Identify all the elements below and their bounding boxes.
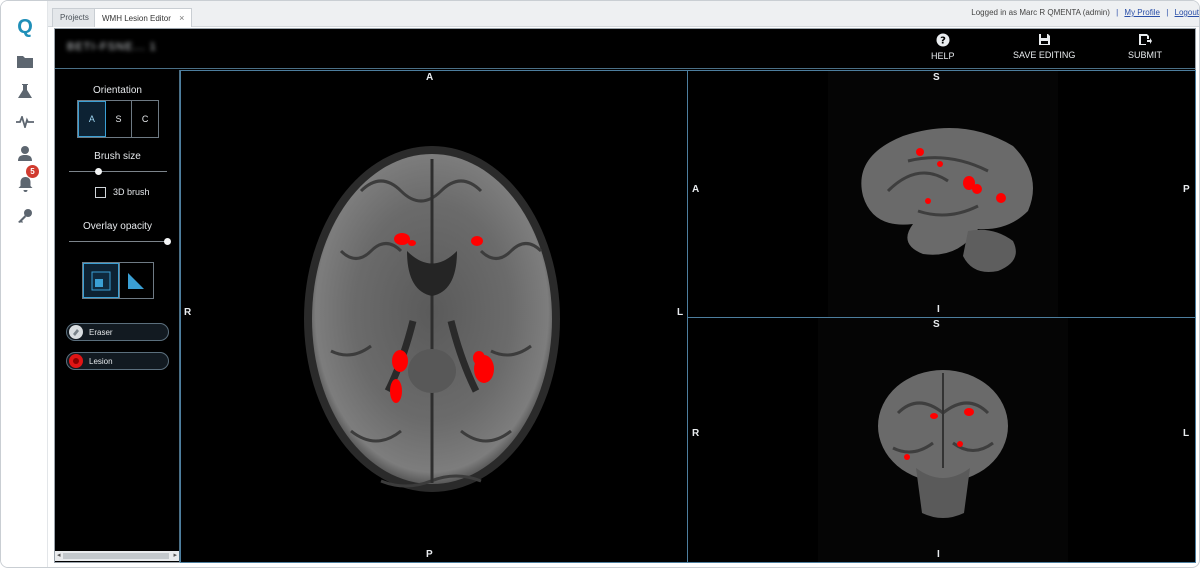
axial-right-label: L bbox=[677, 307, 684, 318]
overlay-opacity-slider[interactable] bbox=[69, 238, 171, 245]
orientation-axial-button[interactable]: A bbox=[78, 101, 106, 137]
submit-label: SUBMIT bbox=[1128, 50, 1163, 60]
lesion-mark bbox=[916, 148, 924, 156]
axial-bottom-label: P bbox=[426, 549, 433, 560]
coronal-top-label: S bbox=[933, 319, 940, 330]
save-editing-label: SAVE EDITING bbox=[1013, 50, 1076, 60]
tab-projects[interactable]: Projects bbox=[52, 8, 97, 27]
editor-header: BETI-FSNE... 1 ? HELP SAVE EDITING SUBMI… bbox=[55, 29, 1195, 69]
help-icon: ? bbox=[936, 33, 950, 47]
triangle-mode-icon bbox=[128, 272, 145, 289]
submit-button[interactable]: SUBMIT bbox=[1128, 33, 1162, 60]
axial-viewport[interactable]: A P R L bbox=[180, 70, 688, 563]
save-icon bbox=[1038, 34, 1050, 45]
logout-link[interactable]: Logout bbox=[1175, 8, 1199, 17]
overlay-opacity-handle[interactable] bbox=[164, 238, 171, 245]
separator: | bbox=[1166, 8, 1169, 17]
notification-badge: 5 bbox=[26, 165, 39, 178]
paint-fill-mode-button[interactable] bbox=[83, 263, 119, 298]
lesion-mark bbox=[930, 413, 938, 419]
user-icon[interactable] bbox=[12, 141, 38, 165]
key-icon[interactable] bbox=[12, 204, 38, 228]
sagittal-left-label: A bbox=[692, 184, 700, 195]
panel-scrollbar[interactable]: ◂ ▸ bbox=[55, 551, 179, 561]
lesion-mark bbox=[392, 350, 408, 372]
bell-icon[interactable]: 5 bbox=[12, 165, 39, 196]
my-profile-link[interactable]: My Profile bbox=[1124, 8, 1160, 17]
lesion-mark bbox=[957, 441, 963, 447]
lesion-mark bbox=[972, 184, 982, 194]
icon-rail: Q 5 bbox=[1, 1, 48, 567]
subject-title: BETI-FSNE... 1 bbox=[67, 41, 157, 53]
overlay-opacity-title: Overlay opacity bbox=[83, 221, 152, 232]
axial-top-label: A bbox=[426, 72, 434, 83]
lesion-mark bbox=[471, 236, 483, 246]
qmenta-logo-icon[interactable]: Q bbox=[12, 15, 38, 39]
tool-panel: Orientation A S C Brush size 3D brush Ov… bbox=[55, 70, 180, 562]
brush-size-slider[interactable] bbox=[69, 168, 167, 175]
lesion-mark bbox=[925, 198, 931, 204]
orientation-coronal-button[interactable]: C bbox=[132, 101, 158, 137]
sagittal-top-label: S bbox=[933, 72, 940, 83]
brush-size-handle[interactable] bbox=[95, 168, 103, 175]
user-name: Marc R QMENTA (admin) bbox=[1019, 8, 1110, 17]
label-name: Lesion bbox=[89, 356, 113, 366]
help-label: HELP bbox=[931, 51, 955, 61]
coronal-bottom-label: I bbox=[937, 549, 940, 560]
help-button[interactable]: ? HELP bbox=[931, 33, 955, 61]
coronal-right-label: L bbox=[1183, 428, 1190, 439]
scroll-left-icon[interactable]: ◂ bbox=[57, 551, 61, 561]
lesion-mark bbox=[964, 408, 974, 416]
logged-in-label: Logged in as bbox=[971, 8, 1018, 17]
orientation-selector: A S C bbox=[77, 100, 159, 138]
brush-size-title: Brush size bbox=[94, 151, 141, 162]
orientation-sagittal-button[interactable]: S bbox=[106, 101, 133, 137]
paint-triangle-mode-button[interactable] bbox=[118, 263, 154, 298]
lesion-mark bbox=[390, 379, 402, 403]
tab-wmh-lesion-editor[interactable]: WMH Lesion Editor × bbox=[94, 8, 193, 27]
paint-mode-selector bbox=[82, 262, 154, 299]
tab-strip: Projects WMH Lesion Editor × Logged in a… bbox=[48, 1, 1199, 27]
lesion-editor: BETI-FSNE... 1 ? HELP SAVE EDITING SUBMI… bbox=[54, 28, 1196, 563]
app-window: Q 5 Projects WMH Lesion Editor × Logged … bbox=[0, 0, 1200, 568]
lesion-mark bbox=[904, 454, 910, 460]
axial-left-label: R bbox=[184, 307, 192, 318]
lesion-mark bbox=[473, 351, 485, 365]
folder-icon[interactable] bbox=[12, 49, 38, 73]
scrollbar-thumb[interactable] bbox=[63, 553, 169, 559]
sagittal-bottom-label: I bbox=[937, 304, 940, 315]
lesion-icon bbox=[69, 354, 83, 368]
eraser-icon bbox=[69, 325, 83, 339]
scroll-right-icon[interactable]: ▸ bbox=[173, 551, 177, 561]
orientation-title: Orientation bbox=[93, 85, 142, 96]
brush-3d-label: 3D brush bbox=[113, 187, 150, 197]
tab-label: WMH Lesion Editor bbox=[102, 14, 171, 23]
sagittal-right-label: P bbox=[1183, 184, 1190, 195]
label-eraser[interactable]: Eraser bbox=[66, 323, 169, 341]
activity-icon[interactable] bbox=[12, 110, 38, 134]
sagittal-viewport[interactable]: S I A P bbox=[687, 70, 1196, 318]
session-info: Logged in as Marc R QMENTA (admin) | My … bbox=[971, 8, 1199, 17]
flask-icon[interactable] bbox=[12, 79, 38, 103]
lesion-mark bbox=[996, 193, 1006, 203]
tab-label: Projects bbox=[60, 13, 89, 22]
brush-3d-checkbox[interactable] bbox=[95, 187, 106, 198]
svg-text:?: ? bbox=[940, 36, 946, 47]
lesion-mark bbox=[937, 161, 943, 167]
coronal-left-label: R bbox=[692, 428, 700, 439]
label-lesion[interactable]: Lesion bbox=[66, 352, 169, 370]
save-editing-button[interactable]: SAVE EDITING bbox=[1013, 33, 1075, 60]
lesion-mark bbox=[394, 233, 410, 245]
close-icon[interactable]: × bbox=[179, 13, 184, 23]
label-name: Eraser bbox=[89, 327, 113, 337]
submit-icon bbox=[1139, 34, 1152, 45]
fill-mode-icon bbox=[91, 271, 111, 290]
lesion-mark bbox=[408, 240, 416, 246]
separator: | bbox=[1116, 8, 1119, 17]
coronal-viewport[interactable]: S I R L bbox=[687, 317, 1196, 563]
